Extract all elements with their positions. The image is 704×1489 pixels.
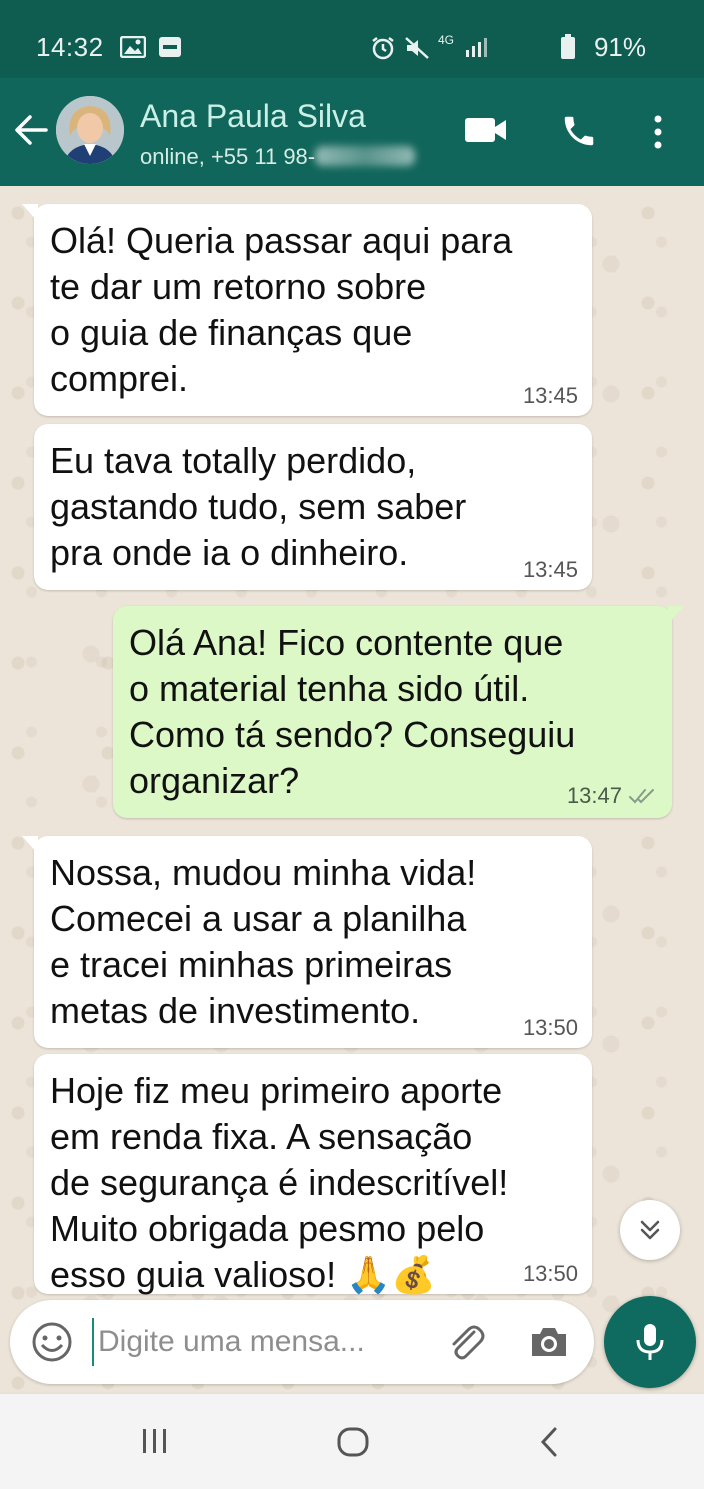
message-composer xyxy=(10,1300,594,1384)
status-bar: 14:32 4G 91% xyxy=(0,0,704,78)
battery-icon xyxy=(560,34,576,65)
message-text: Olá! Queria passar aqui para te dar um r… xyxy=(50,220,513,399)
alarm-icon xyxy=(370,36,396,65)
more-vert-icon[interactable] xyxy=(652,114,664,155)
status-time: 14:32 xyxy=(36,32,104,62)
camera-icon[interactable] xyxy=(528,1322,570,1367)
network-type: 4G xyxy=(438,33,455,47)
message-text: Hoje fiz meu primeiro aporte em renda fi… xyxy=(50,1070,509,1295)
attach-icon[interactable] xyxy=(444,1320,488,1369)
message-bubble-incoming[interactable]: Hoje fiz meu primeiro aporte em renda fi… xyxy=(34,1054,592,1295)
image-icon xyxy=(119,35,147,63)
message-text: Eu tava totally perdido, gastando tudo, … xyxy=(50,440,467,573)
message-bubble-outgoing[interactable]: Olá Ana! Fico contente que o material te… xyxy=(113,606,684,818)
message-meta: 13:47 xyxy=(567,784,658,810)
message-time: 13:45 xyxy=(522,383,578,408)
home-icon[interactable] xyxy=(336,1426,370,1463)
contact-status: online, +55 11 98- xyxy=(140,144,416,170)
recent-apps-icon[interactable] xyxy=(140,1426,170,1461)
back-nav-icon[interactable] xyxy=(538,1426,560,1463)
message-input[interactable] xyxy=(92,1318,412,1366)
message-text: Olá Ana! Fico contente que o material te… xyxy=(129,622,576,801)
message-bubble-incoming[interactable]: Nossa, mudou minha vida! Comecei a usar … xyxy=(22,836,592,1048)
mute-icon xyxy=(404,36,430,65)
voice-message-button[interactable] xyxy=(604,1296,696,1388)
message-time: 13:45 xyxy=(522,557,578,582)
message-time: 13:50 xyxy=(522,1261,578,1286)
emoji-icon[interactable] xyxy=(30,1320,74,1369)
battery-level: 91% xyxy=(593,32,646,62)
contact-name[interactable]: Ana Paula Silva xyxy=(140,98,366,135)
scroll-to-bottom-button[interactable] xyxy=(620,1200,680,1260)
read-ticks-icon xyxy=(628,786,658,810)
back-arrow-icon[interactable] xyxy=(14,114,48,151)
phone-icon[interactable] xyxy=(560,112,598,155)
signal-icon xyxy=(464,36,490,63)
chat-area[interactable]: Olá! Queria passar aqui para te dar um r… xyxy=(0,186,704,1392)
message-time: 13:50 xyxy=(522,1015,578,1040)
message-bubble-incoming[interactable]: Olá! Queria passar aqui para te dar um r… xyxy=(22,204,592,416)
message-time: 13:47 xyxy=(566,783,622,808)
avatar[interactable] xyxy=(56,96,124,164)
system-navigation-bar xyxy=(0,1394,704,1489)
video-call-icon[interactable] xyxy=(464,116,508,149)
message-bubble-incoming[interactable]: Eu tava totally perdido, gastando tudo, … xyxy=(34,424,592,590)
redacted-phone xyxy=(315,146,416,166)
notification-icon xyxy=(158,36,182,63)
message-text: Nossa, mudou minha vida! Comecei a usar … xyxy=(50,852,477,1031)
contact-status-text: online, +55 11 98- xyxy=(140,144,316,169)
chat-header: Ana Paula Silva online, +55 11 98- xyxy=(0,78,704,186)
